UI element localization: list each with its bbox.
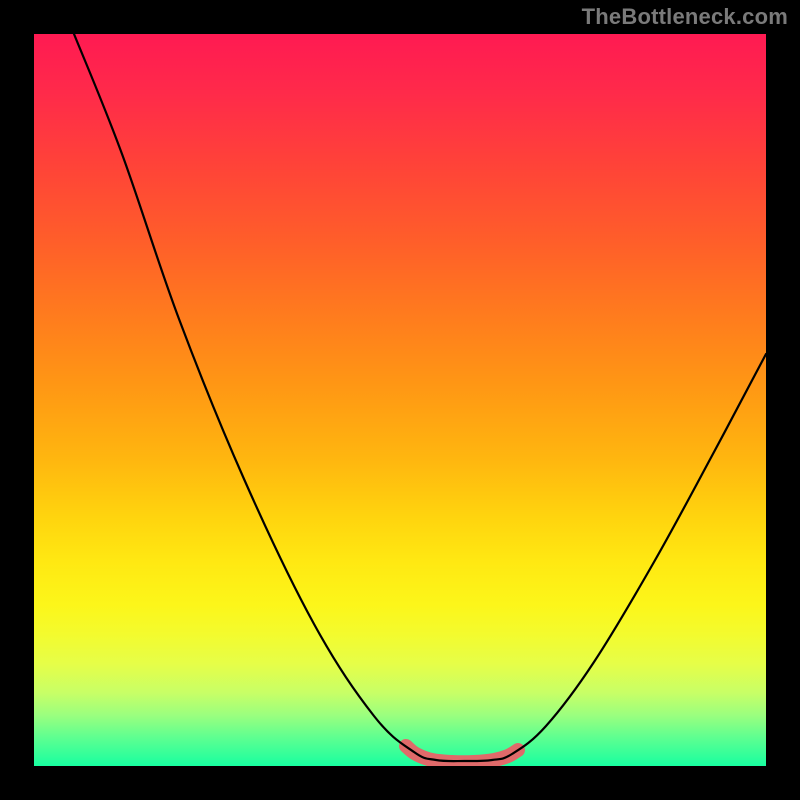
plot-area <box>34 34 766 766</box>
bottleneck-curve-path <box>74 34 766 761</box>
curve-layer <box>34 34 766 766</box>
watermark-text: TheBottleneck.com <box>582 4 788 30</box>
chart-stage: TheBottleneck.com <box>0 0 800 800</box>
